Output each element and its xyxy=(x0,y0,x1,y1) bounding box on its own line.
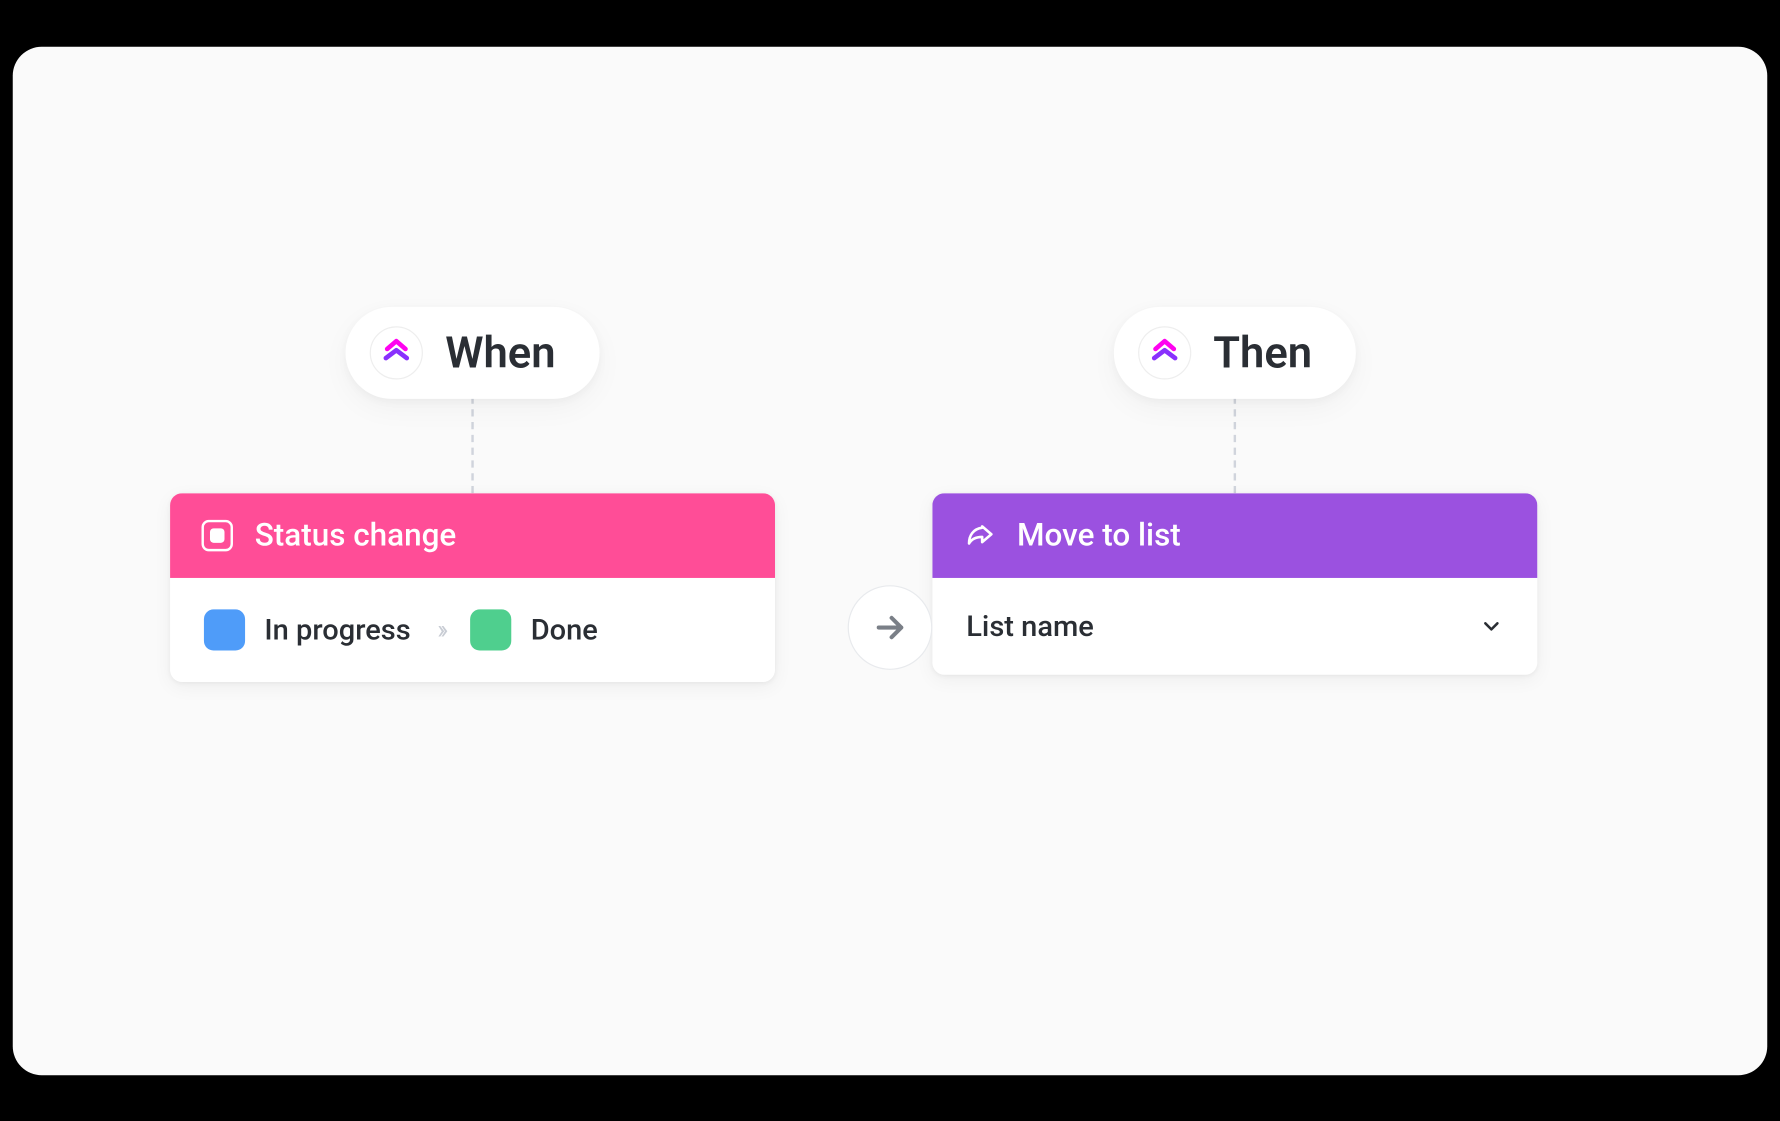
chevron-down-icon xyxy=(1479,614,1503,638)
clickup-logo-icon xyxy=(1138,326,1191,379)
trigger-connector-line xyxy=(471,396,473,493)
action-card[interactable]: Move to list List name xyxy=(932,493,1537,674)
trigger-pill: When xyxy=(346,306,599,398)
status-box-icon xyxy=(202,519,233,550)
action-pill-label: Then xyxy=(1213,327,1312,378)
trigger-column: When Status change In progress ›› Done xyxy=(170,306,775,681)
status-transition-icon: ›› xyxy=(437,614,443,644)
trigger-card-body: In progress ›› Done xyxy=(170,577,775,681)
trigger-card[interactable]: Status change In progress ›› Done xyxy=(170,493,775,682)
trigger-pill-label: When xyxy=(445,327,555,378)
list-dropdown-label: List name xyxy=(966,609,1094,643)
share-arrow-icon xyxy=(964,519,995,550)
action-card-title: Move to list xyxy=(1017,517,1181,553)
action-column: Then Move to list List name xyxy=(932,306,1537,674)
action-pill: Then xyxy=(1114,306,1356,398)
action-card-body: List name xyxy=(932,577,1537,674)
status-swatch-to xyxy=(470,609,511,650)
flow-arrow-icon xyxy=(848,585,933,670)
list-dropdown[interactable]: List name xyxy=(966,609,1503,643)
status-to-label: Done xyxy=(531,613,598,647)
automation-diagram: When Status change In progress ›› Done xyxy=(13,46,1768,1075)
trigger-card-title: Status change xyxy=(255,517,457,553)
clickup-logo-icon xyxy=(370,326,423,379)
action-connector-line xyxy=(1234,396,1236,493)
status-swatch-from xyxy=(204,609,245,650)
status-from-label: In progress xyxy=(264,613,410,647)
action-card-header: Move to list xyxy=(932,493,1537,578)
trigger-card-header: Status change xyxy=(170,493,775,578)
